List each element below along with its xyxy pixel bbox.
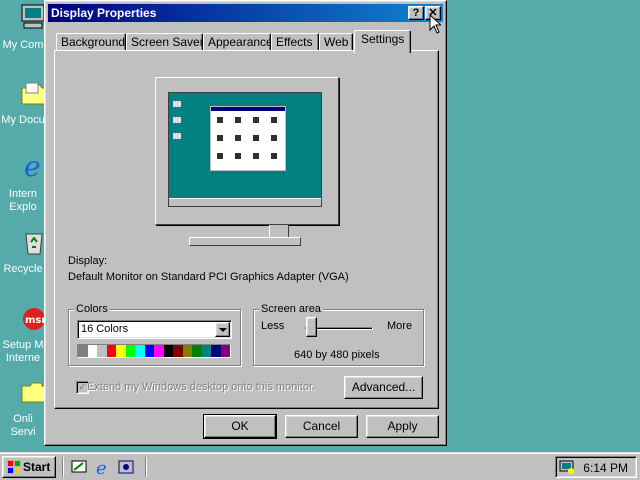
taskbar: Start e 6:14 PM [0, 452, 640, 480]
colors-select[interactable]: 16 Colors [77, 320, 232, 339]
display-label: Display: [68, 255, 108, 267]
desktop-icon-label-line2: Interne [5, 352, 41, 364]
palette-swatch [154, 345, 164, 357]
advanced-button[interactable]: Advanced... [344, 376, 423, 399]
ok-button[interactable]: OK [203, 414, 277, 439]
svg-text:e: e [96, 458, 107, 476]
palette-swatch [182, 345, 192, 357]
color-palette-preview [77, 344, 231, 358]
taskbar-separator [145, 457, 147, 477]
windows-logo-icon [7, 460, 21, 474]
screen-area-slider-thumb[interactable] [306, 317, 317, 337]
less-label: Less [261, 320, 285, 332]
display-settings-icon[interactable] [559, 459, 575, 475]
desktop-icon-label-line2: Servi [10, 426, 36, 438]
cancel-button[interactable]: Cancel [285, 415, 358, 438]
display-properties-dialog: Display Properties ? ✕ Background Screen… [44, 0, 447, 446]
settings-panel: Display: Default Monitor on Standard PCI… [54, 50, 439, 409]
colors-selected-value: 16 Colors [81, 323, 129, 335]
taskbar-separator [62, 457, 64, 477]
mouse-cursor-icon [429, 14, 441, 34]
resolution-label: 640 by 480 pixels [294, 349, 380, 361]
desktop-icon-my-documents[interactable]: My Docu [0, 78, 47, 128]
help-button[interactable]: ? [408, 6, 424, 20]
palette-swatch [144, 345, 154, 357]
preview-taskbar [169, 198, 321, 206]
clock[interactable]: 6:14 PM [583, 461, 628, 475]
palette-swatch [106, 345, 116, 357]
palette-swatch [163, 345, 173, 357]
system-tray: 6:14 PM [555, 456, 637, 478]
desktop-icon-internet-explorer[interactable]: e Intern Explo [0, 152, 44, 216]
chevron-down-icon[interactable] [215, 322, 230, 337]
monitor-base [189, 237, 301, 246]
extend-desktop-label: Extend my Windows desktop onto this moni… [87, 381, 316, 393]
apply-button[interactable]: Apply [366, 415, 439, 438]
internet-explorer-icon[interactable]: e [94, 458, 112, 476]
monitor-screen [168, 92, 322, 207]
palette-swatch [78, 345, 88, 357]
palette-swatch [201, 345, 211, 357]
desktop-icon-my-computer[interactable]: My Com [0, 0, 45, 56]
svg-text:e: e [24, 152, 41, 180]
desktop-icon-recycle-bin[interactable]: Recycle [0, 226, 44, 278]
palette-swatch [211, 345, 221, 357]
palette-swatch [220, 345, 230, 357]
desktop-icon-label: Onli [13, 413, 33, 425]
more-label: More [387, 320, 413, 332]
display-value: Default Monitor on Standard PCI Graphics… [68, 271, 349, 283]
preview-window [210, 106, 286, 171]
desktop-icon-label-line2: Explo [9, 201, 37, 213]
desktop-icon-label: My Com [2, 39, 44, 51]
desktop-icon-setup-msn[interactable]: msn Setup M Interne [0, 304, 48, 366]
palette-swatch [125, 345, 135, 357]
channels-icon[interactable] [117, 458, 135, 476]
palette-swatch [173, 345, 183, 357]
tab-settings[interactable]: Settings [354, 30, 411, 53]
palette-swatch [97, 345, 107, 357]
colors-group-label: Colors [74, 303, 110, 315]
desktop-icon-label: Intern [8, 188, 38, 200]
palette-swatch [192, 345, 202, 357]
dialog-title: Display Properties [51, 6, 157, 20]
monitor-stand [269, 225, 289, 237]
start-label: Start [23, 460, 51, 474]
monitor-preview [155, 77, 339, 225]
palette-swatch [116, 345, 126, 357]
start-button[interactable]: Start [2, 456, 56, 478]
desktop-icon-label: My Docu [1, 114, 45, 126]
palette-swatch [87, 345, 97, 357]
palette-swatch [135, 345, 145, 357]
desktop-icon-online-services[interactable]: Onli Servi [0, 376, 47, 438]
show-desktop-icon[interactable] [70, 458, 88, 476]
title-bar[interactable]: Display Properties ? ✕ [48, 4, 443, 22]
desktop-icon-label: Recycle [3, 263, 43, 275]
desktop-icon-label: Setup M [2, 339, 44, 351]
screen-area-group-label: Screen area [259, 303, 323, 315]
